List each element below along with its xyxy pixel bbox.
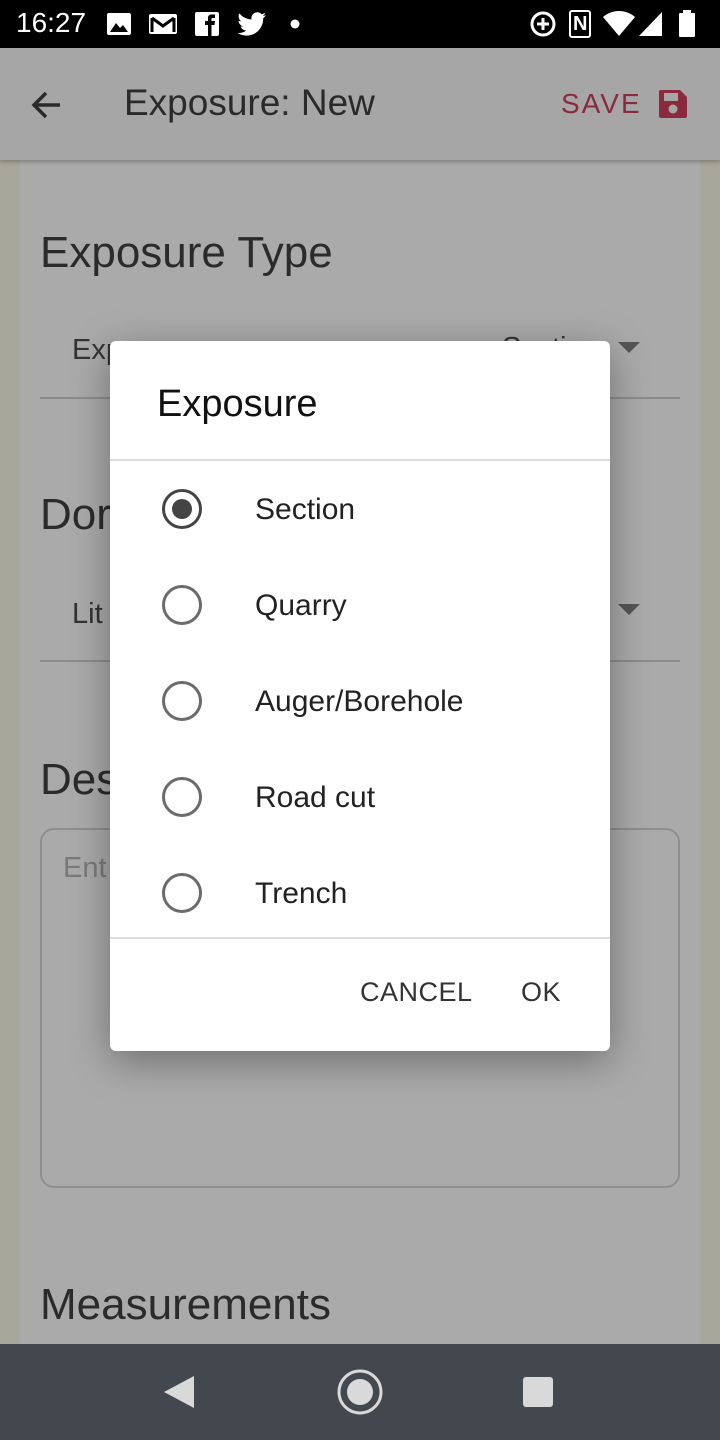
cancel-button[interactable]: CANCEL [360,977,473,1008]
dot-icon [290,19,300,29]
option-label: Trench [255,877,348,910]
battery-icon [679,10,695,37]
back-triangle-icon[interactable] [162,1374,196,1410]
radio-unchecked-icon[interactable] [162,873,202,913]
save-icon[interactable] [656,86,690,120]
measurements-heading: Measurements [40,1280,332,1329]
radio-checked-icon[interactable] [162,489,202,529]
description-placeholder: Ent [63,852,107,884]
radio-unchecked-icon[interactable] [162,681,202,721]
option-label: Quarry [255,589,347,622]
signal-icon [639,12,662,36]
dominant-field-value[interactable]: Lit [72,598,103,631]
app-bar: Exposure: New SAVE [0,48,720,160]
description-heading: Des [40,755,119,804]
recents-square-icon[interactable] [522,1376,554,1408]
dialog-title: Exposure [157,383,318,425]
gmail-icon [149,14,177,34]
status-time: 16:27 [16,7,87,38]
data-saver-icon [530,11,556,37]
option-label: Section [255,493,356,526]
image-icon [107,13,131,35]
option-road-cut[interactable]: Road cut [110,749,610,845]
option-section[interactable]: Section [110,461,610,557]
dominant-heading: Dor [40,490,111,539]
radio-unchecked-icon[interactable] [162,777,202,817]
save-button[interactable]: SAVE [561,88,642,120]
option-quarry[interactable]: Quarry [110,557,610,653]
twitter-icon [237,12,266,36]
page-title: Exposure: New [124,82,375,123]
ok-button[interactable]: OK [521,977,561,1008]
exposure-dialog: Exposure Section Quarry Auger/Borehole R… [110,341,610,1051]
option-auger-borehole[interactable]: Auger/Borehole [110,653,610,749]
dialog-divider-bottom [110,937,610,939]
exposure-type-heading: Exposure Type [40,228,333,277]
back-arrow-icon[interactable] [30,88,64,122]
home-circle-icon[interactable] [336,1368,384,1416]
navigation-bar [0,1344,720,1440]
option-label: Auger/Borehole [255,685,464,718]
dominant-dropdown-icon[interactable] [618,604,640,615]
facebook-icon [195,12,219,36]
radio-unchecked-icon[interactable] [162,585,202,625]
option-trench[interactable]: Trench [110,845,610,941]
wifi-icon [603,11,635,36]
exposure-dropdown-icon[interactable] [618,342,640,353]
status-bar: 16:27 N [0,0,720,48]
option-label: Road cut [255,781,376,814]
nfc-icon: N [569,10,592,38]
